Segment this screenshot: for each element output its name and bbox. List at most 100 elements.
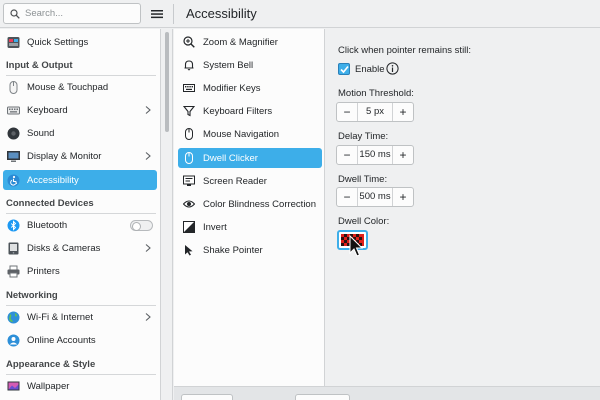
sidebar-item-accessibility[interactable]: Accessibility [3, 170, 157, 190]
sidebar-item-label: Sound [27, 127, 55, 139]
enable-checkbox[interactable] [338, 63, 350, 75]
module-item-shake-pointer[interactable]: Shake Pointer [178, 240, 322, 260]
dwell-settings-pane: Click when pointer remains still: Enable… [326, 29, 600, 386]
module-item-label: Modifier Keys [203, 82, 261, 94]
module-item-mouse-navigation[interactable]: Mouse Navigation [178, 124, 322, 144]
sidebar-item-disks-cameras[interactable]: Disks & Cameras [3, 238, 157, 258]
module-item-label: Shake Pointer [203, 244, 263, 256]
sidebar-item-label: Online Accounts [27, 334, 96, 346]
decrement-button[interactable]: − [337, 146, 357, 164]
invert-icon [183, 221, 195, 233]
mouse-icon [185, 128, 193, 140]
chevron-right-icon [145, 313, 151, 321]
accessibility-icon [7, 174, 20, 186]
module-item-system-bell[interactable]: System Bell [178, 55, 322, 75]
sidebar-item-sound[interactable]: Sound [3, 123, 157, 143]
section-header-connected-devices: Connected Devices [6, 198, 94, 209]
module-item-invert[interactable]: Invert [178, 217, 322, 237]
sidebar-scrollbar[interactable] [162, 29, 173, 400]
sidebar-item-display-monitor[interactable]: Display & Monitor [3, 146, 157, 166]
sidebar-item-label: Display & Monitor [27, 150, 102, 162]
module-item-label: Dwell Clicker [203, 152, 258, 164]
bluetooth-icon [7, 219, 20, 231]
sidebar-item-label: Bluetooth [27, 219, 68, 231]
search-placeholder: Search... [25, 8, 64, 19]
motion-threshold-value[interactable]: 5 px [357, 103, 393, 121]
sidebar-item-label: Quick Settings [27, 36, 89, 48]
keyboard-icon [183, 84, 195, 92]
bluetooth-toggle[interactable] [130, 220, 153, 231]
mouse-icon [185, 152, 193, 164]
filter-icon [183, 105, 195, 117]
decrement-button[interactable]: − [337, 188, 357, 206]
sidebar-item-label: Wi-Fi & Internet [27, 311, 93, 323]
sidebar-item-mouse-touchpad[interactable]: Mouse & Touchpad [3, 77, 157, 97]
chevron-right-icon [145, 244, 151, 252]
sidebar-item-label: Mouse & Touchpad [27, 81, 109, 93]
module-item-keyboard-filters[interactable]: Keyboard Filters [178, 101, 322, 121]
module-item-label: Color Blindness Correction [203, 198, 316, 210]
top-toolbar: Search... Accessibility [0, 0, 600, 28]
module-item-color-blindness[interactable]: Color Blindness Correction [178, 194, 322, 214]
search-input[interactable]: Search... [3, 3, 141, 24]
quick-settings-icon [7, 36, 20, 48]
sidebar-item-label: Printers [27, 265, 60, 277]
search-icon [10, 8, 20, 19]
increment-button[interactable]: + [393, 188, 413, 206]
dwell-intro-label: Click when pointer remains still: [338, 45, 472, 56]
decrement-button[interactable]: − [337, 103, 357, 121]
checkmark-icon [340, 65, 349, 74]
module-item-dwell-clicker[interactable]: Dwell Clicker [178, 148, 322, 168]
motion-threshold-spinbox[interactable]: − 5 px + [336, 102, 414, 122]
delay-time-spinbox[interactable]: − 150 ms + [336, 145, 414, 165]
module-list: Zoom & Magnifier System Bell Modifier Ke… [174, 29, 325, 386]
sidebar-item-printers[interactable]: Printers [3, 261, 157, 281]
chevron-right-icon [145, 106, 151, 114]
mouse-icon [9, 80, 18, 94]
section-divider [6, 374, 156, 375]
section-divider [6, 305, 156, 306]
hamburger-menu-icon[interactable] [150, 7, 164, 21]
monitor-icon [7, 150, 20, 162]
sidebar-item-label: Accessibility [27, 174, 79, 186]
dwell-time-spinbox[interactable]: − 500 ms + [336, 187, 414, 207]
wallpaper-icon [7, 381, 20, 390]
sidebar-item-label: Wallpaper [27, 380, 70, 392]
increment-button[interactable]: + [393, 146, 413, 164]
increment-button[interactable]: + [393, 103, 413, 121]
sidebar-item-wifi-internet[interactable]: Wi-Fi & Internet [3, 307, 157, 327]
help-button[interactable] [181, 394, 233, 400]
sidebar: Quick Settings Input & Output Mouse & To… [0, 29, 161, 400]
chevron-right-icon [145, 152, 151, 160]
section-header-input-output: Input & Output [6, 60, 73, 71]
dwell-time-value[interactable]: 500 ms [357, 188, 393, 206]
section-header-appearance-style: Appearance & Style [6, 359, 96, 370]
module-item-screen-reader[interactable]: Screen Reader [178, 171, 322, 191]
scrollbar-thumb[interactable] [165, 32, 169, 132]
module-item-label: Invert [203, 221, 227, 233]
eye-icon [183, 200, 195, 208]
sidebar-item-label: Keyboard [27, 104, 68, 116]
defaults-button[interactable] [295, 394, 350, 400]
toolbar-divider [173, 4, 174, 24]
sidebar-item-keyboard[interactable]: Keyboard [3, 100, 157, 120]
info-icon[interactable] [386, 62, 399, 75]
bottom-action-bar [174, 386, 600, 400]
pointer-icon [185, 245, 193, 256]
module-item-zoom-magnifier[interactable]: Zoom & Magnifier [178, 32, 322, 52]
screen-reader-icon [183, 175, 195, 186]
dwell-time-label: Dwell Time: [338, 174, 388, 185]
sidebar-item-online-accounts[interactable]: Online Accounts [3, 330, 157, 350]
module-item-label: Keyboard Filters [203, 105, 273, 117]
sound-icon [7, 127, 20, 139]
enable-label[interactable]: Enable [355, 64, 385, 75]
sidebar-item-wallpaper[interactable]: Wallpaper [3, 376, 157, 396]
sidebar-item-bluetooth[interactable]: Bluetooth [3, 215, 157, 235]
delay-time-value[interactable]: 150 ms [357, 146, 393, 164]
module-item-modifier-keys[interactable]: Modifier Keys [178, 78, 322, 98]
bell-icon [184, 60, 194, 71]
delay-time-label: Delay Time: [338, 131, 389, 142]
sidebar-item-quick-settings[interactable]: Quick Settings [3, 32, 157, 52]
online-accounts-icon [7, 334, 20, 346]
mouse-cursor-icon [349, 235, 363, 257]
